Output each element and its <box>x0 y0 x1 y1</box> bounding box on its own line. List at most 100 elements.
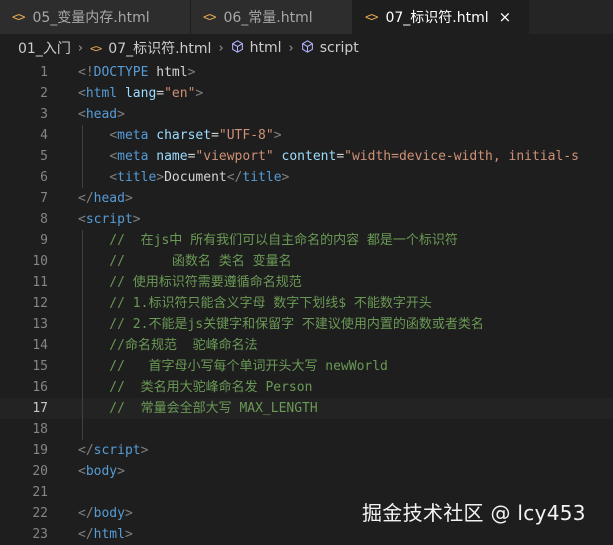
tab-label: 06_常量.html <box>223 10 313 26</box>
code-text: <head> <box>78 104 125 125</box>
breadcrumb-folder[interactable]: 01_入门 <box>18 38 71 58</box>
code-line[interactable]: 1 <!DOCTYPE html> <box>0 62 613 83</box>
code-line[interactable]: 11 // 使用标识符需要遵循命名规范 <box>0 272 613 293</box>
line-number: 4 <box>40 128 48 143</box>
line-number: 5 <box>40 149 48 164</box>
code-text: // 首字母小写每个单词开头大写 newWorld <box>78 356 388 377</box>
code-token: > <box>195 86 204 101</box>
code-token: <! <box>78 65 94 80</box>
code-token: html <box>85 86 118 101</box>
code-token: > <box>156 170 165 185</box>
code-token: < <box>109 170 118 185</box>
line-number: 15 <box>32 359 48 374</box>
code-text: // 常量会全部大写 MAX_LENGTH <box>78 398 318 419</box>
code-line[interactable]: 9 // 在js中 所有我们可以自主命名的内容 都是一个标识符 <box>0 230 613 251</box>
code-line[interactable]: 23 </html> <box>0 524 613 545</box>
code-token: meta <box>117 128 149 143</box>
watermark: 掘金技术社区 @ lcy453 <box>362 501 586 525</box>
html-file-icon: <> <box>12 10 25 24</box>
code-token: //命名规范 驼峰命名法 <box>78 338 258 353</box>
code-text: // 在js中 所有我们可以自主命名的内容 都是一个标识符 <box>78 230 458 251</box>
code-line[interactable]: 10 // 函数名 类名 变量名 <box>0 251 613 272</box>
code-token: charset <box>148 128 212 143</box>
code-token: > <box>187 65 196 80</box>
code-token: < <box>78 86 86 101</box>
code-token: head <box>85 107 118 122</box>
code-token: // 2.不能是js关键字和保留字 不建议使用内置的函数或者类名 <box>78 317 484 332</box>
tab-bar: <> 05_变量内存.html <> 06_常量.html <> 07_标识符.… <box>0 0 613 34</box>
code-line[interactable]: 17 // 常量会全部大写 MAX_LENGTH <box>0 398 613 419</box>
tab-07-identifier[interactable]: <> 07_标识符.html × <box>353 0 529 34</box>
code-line[interactable]: 16 // 类名用大驼峰命名发 Person <box>0 377 613 398</box>
line-number: 1 <box>40 65 48 80</box>
code-text: <meta name="viewport" content="width=dev… <box>78 146 579 167</box>
code-token: = <box>211 128 219 143</box>
code-line[interactable]: 15 // 首字母小写每个单词开头大写 newWorld <box>0 356 613 377</box>
line-number: 21 <box>32 485 48 500</box>
html-file-icon: <> <box>203 10 216 24</box>
code-token: "UTF-8" <box>218 128 274 143</box>
code-editor[interactable]: 1 <!DOCTYPE html> 2 <html lang="en"> 3 <head>… <box>0 62 613 542</box>
tab-05-variable-memory[interactable]: <> 05_变量内存.html <box>0 0 191 34</box>
code-token: script <box>93 443 141 458</box>
chevron-right-icon: › <box>288 40 294 56</box>
breadcrumb-script-node[interactable]: script <box>320 40 359 56</box>
tab-06-constant[interactable]: <> 06_常量.html <box>191 0 353 34</box>
cube-icon <box>301 39 314 57</box>
code-line[interactable]: 6 <title>Document</title> <box>0 167 613 188</box>
code-token: > <box>273 128 282 143</box>
line-number: 18 <box>32 422 48 437</box>
code-token: > <box>140 443 149 458</box>
code-line[interactable]: 3 <head> <box>0 104 613 125</box>
html-file-icon: <> <box>90 41 102 55</box>
code-line[interactable]: 8 <script> <box>0 209 613 230</box>
code-token: </ <box>78 443 94 458</box>
tab-label: 07_标识符.html <box>385 10 489 26</box>
line-number: 14 <box>32 338 48 353</box>
code-token: // 首字母小写每个单词开头大写 newWorld <box>78 359 388 374</box>
code-line[interactable]: 2 <html lang="en"> <box>0 83 613 104</box>
code-token: title <box>117 170 157 185</box>
code-text: </html> <box>78 524 133 545</box>
code-text: // 函数名 类名 变量名 <box>78 251 292 272</box>
code-token: // 常量会全部大写 MAX_LENGTH <box>78 401 318 416</box>
code-line[interactable]: 5 <meta name="viewport" content="width=d… <box>0 146 613 167</box>
code-text: <script> <box>78 209 141 230</box>
chevron-right-icon: › <box>218 40 224 56</box>
cube-icon <box>231 39 244 57</box>
line-number: 13 <box>32 317 48 332</box>
code-line[interactable]: 13 // 2.不能是js关键字和保留字 不建议使用内置的函数或者类名 <box>0 314 613 335</box>
code-token: body <box>93 506 125 521</box>
line-number: 16 <box>32 380 48 395</box>
code-text: </script> <box>78 440 148 461</box>
tab-label: 05_变量内存.html <box>32 10 150 26</box>
code-line[interactable]: 19 </script> <box>0 440 613 461</box>
code-line[interactable]: 20 <body> <box>0 461 613 482</box>
code-text: // 类名用大驼峰命名发 Person <box>78 377 312 398</box>
code-token: > <box>124 506 133 521</box>
code-line[interactable]: 7 </head> <box>0 188 613 209</box>
indent-guide <box>81 125 83 188</box>
indent-guide <box>81 230 83 440</box>
chevron-right-icon: › <box>77 40 84 56</box>
code-text: </body> <box>78 503 133 524</box>
code-line[interactable]: 12 // 1.标识符只能含义字母 数字下划线$ 不能数字开头 <box>0 293 613 314</box>
code-line[interactable]: 4 <meta charset="UTF-8"> <box>0 125 613 146</box>
code-token: > <box>117 107 125 122</box>
code-token: < <box>109 128 118 143</box>
code-token: // 函数名 类名 变量名 <box>78 254 292 269</box>
breadcrumb-file[interactable]: 07_标识符.html <box>108 38 211 58</box>
line-number: 19 <box>32 443 48 458</box>
code-token: // 使用标识符需要遵循命名规范 <box>78 275 302 290</box>
code-token: > <box>132 212 141 227</box>
line-number: 6 <box>40 170 48 185</box>
code-text: <body> <box>78 461 125 482</box>
code-line[interactable]: 18 <box>0 419 613 440</box>
code-line[interactable]: 14 //命名规范 驼峰命名法 <box>0 335 613 356</box>
code-token: "width=device-width, initial-s <box>344 149 579 164</box>
code-text: // 1.标识符只能含义字母 数字下划线$ 不能数字开头 <box>78 293 432 314</box>
code-token: </ <box>226 170 243 185</box>
close-icon[interactable]: × <box>499 8 512 26</box>
line-number: 2 <box>40 86 48 101</box>
breadcrumb-html-node[interactable]: html <box>250 40 282 56</box>
